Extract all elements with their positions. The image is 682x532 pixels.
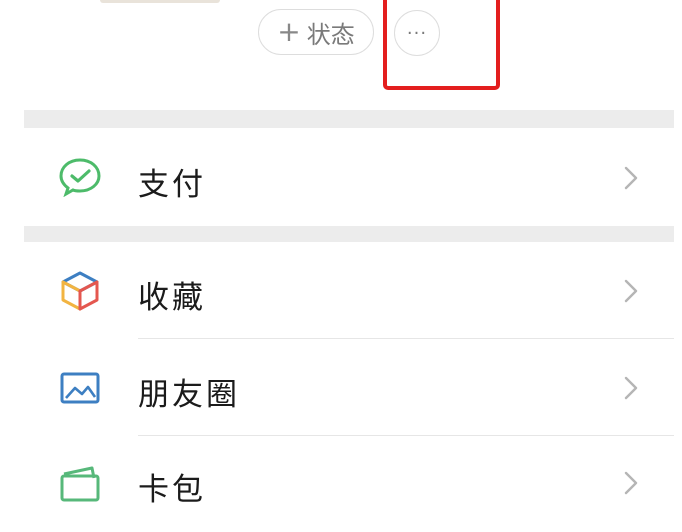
status-button-label: 状态 xyxy=(306,20,355,49)
menu-item-favorites[interactable]: 收藏 xyxy=(24,242,674,338)
plus-icon: + xyxy=(277,15,301,48)
me-page: + 状态 ··· 支付 收藏 朋友圈 卡包 xyxy=(24,0,674,532)
chevron-right-icon xyxy=(624,376,638,400)
add-status-button[interactable]: + 状态 xyxy=(258,9,374,55)
red-highlight-box xyxy=(383,0,500,90)
menu-item-moments[interactable]: 朋友圈 xyxy=(24,339,674,435)
wechat-pay-icon xyxy=(56,153,104,201)
chevron-right-icon xyxy=(624,166,638,190)
section-gap xyxy=(24,110,674,128)
chevron-right-icon xyxy=(624,279,638,303)
avatar[interactable] xyxy=(100,0,220,3)
menu-item-cards[interactable]: 卡包 xyxy=(24,436,674,532)
section-gap xyxy=(24,226,674,242)
chevron-right-icon xyxy=(624,471,638,495)
menu-item-label: 支付 xyxy=(138,167,206,203)
moments-picture-icon xyxy=(56,364,104,412)
card-wallet-icon xyxy=(56,460,104,508)
menu-item-label: 收藏 xyxy=(138,280,206,316)
menu-item-pay[interactable]: 支付 xyxy=(24,128,674,226)
profile-header: + 状态 ··· xyxy=(24,0,674,110)
menu-item-label: 朋友圈 xyxy=(138,377,240,413)
favorites-cube-icon xyxy=(56,267,104,315)
